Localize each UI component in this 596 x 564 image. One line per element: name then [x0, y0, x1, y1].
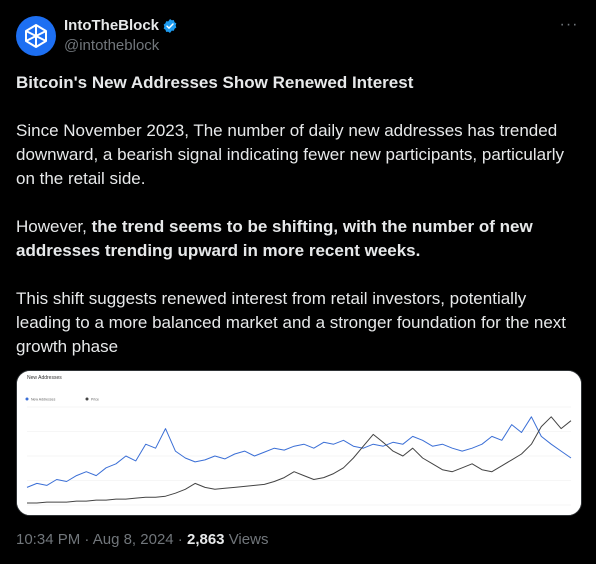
post-paragraph-3: This shift suggests renewed interest fro…: [16, 289, 567, 356]
footer-separator-1: ·: [80, 531, 93, 548]
more-options-button[interactable]: ···: [558, 14, 580, 36]
post-title: Bitcoin's New Addresses Show Renewed Int…: [16, 73, 414, 92]
post-footer: 10:34 PM · Aug 8, 2024 · 2,863 Views: [16, 531, 268, 548]
legend-swatch: [25, 397, 29, 401]
author-name-text: IntoTheBlock: [64, 17, 160, 34]
legend-label: New Addresses: [31, 398, 56, 402]
footer-separator-2: ·: [173, 531, 187, 548]
legend-swatch: [85, 397, 89, 401]
paragraph-2-prefix: However,: [16, 217, 92, 236]
verified-badge-icon: [163, 18, 177, 33]
post-paragraph-2: However, the trend seems to be shifting,…: [16, 215, 576, 263]
post-time[interactable]: 10:34 PM: [16, 531, 80, 548]
author-handle[interactable]: @intotheblock: [64, 37, 159, 54]
author-display-name[interactable]: IntoTheBlock: [64, 17, 178, 34]
avatar[interactable]: [16, 16, 56, 56]
intotheblock-logo-icon: [25, 24, 47, 48]
views-label: Views: [224, 531, 269, 548]
post-image-chart[interactable]: New Addresses New Addresses Price: [16, 370, 582, 516]
paragraph-2-bold: the trend seems to be shifting, with the…: [16, 217, 533, 260]
views-count: 2,863: [186, 531, 225, 548]
chart-title: New Addresses: [27, 375, 62, 381]
post-paragraph-1: Since November 2023, The number of daily…: [16, 121, 565, 188]
legend-label: Price: [91, 398, 99, 402]
chart-svg: New Addresses New Addresses Price: [17, 371, 581, 515]
more-dots-icon: ···: [559, 16, 579, 33]
post-date[interactable]: Aug 8, 2024: [93, 531, 174, 548]
tweet: IntoTheBlock @intotheblock ··· Bitcoin's…: [0, 0, 596, 564]
